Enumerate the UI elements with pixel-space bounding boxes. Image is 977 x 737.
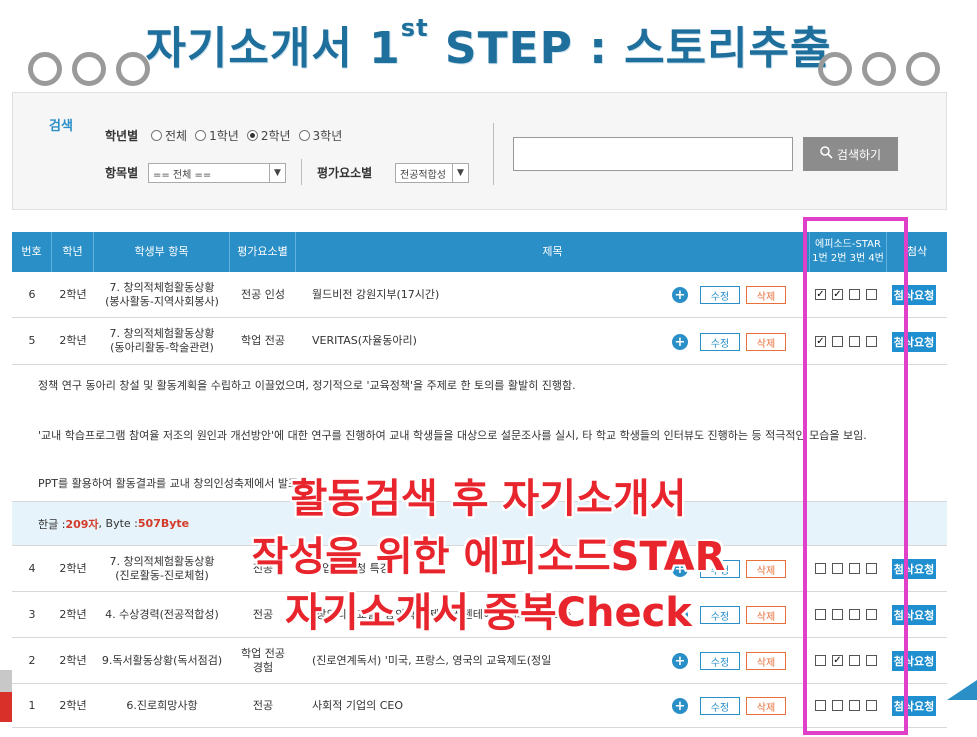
- search-panel: 검색 학년별 전체 1학년 2학년 3학년 항목별 == 전체 == ▼ 평가요…: [12, 92, 947, 210]
- expand-plus-icon[interactable]: +: [672, 653, 688, 669]
- decor-stripe: [0, 670, 12, 692]
- row-grade: 2학년: [59, 653, 87, 667]
- row-grade: 2학년: [59, 561, 87, 575]
- row-number: 2: [28, 653, 36, 667]
- row-title[interactable]: VERITAS(자율동아리): [312, 318, 652, 364]
- overlay-caption-line2: 작성을 위한 에피소드STAR: [251, 534, 726, 580]
- row-grade: 2학년: [59, 287, 87, 301]
- row-title[interactable]: 사회적 기업의 CEO: [312, 684, 652, 727]
- hangul-count: 209자: [65, 517, 99, 531]
- grade-radio-all[interactable]: 전체: [151, 127, 187, 144]
- row-number: 1: [28, 698, 36, 712]
- chevron-down-icon: ▼: [269, 164, 285, 182]
- search-icon: [820, 146, 833, 162]
- row-title[interactable]: 월드비전 강원지부(17시간): [312, 272, 652, 317]
- decor-triangle: [947, 680, 977, 700]
- row-grade: 2학년: [59, 607, 87, 621]
- decor-circle-icon: [72, 52, 106, 86]
- item-select[interactable]: == 전체 == ▼: [148, 163, 286, 183]
- detail-line: 정책 연구 동아리 창설 및 활동계획을 수립하고 이끌었으며, 정기적으로 '…: [38, 379, 576, 392]
- search-button[interactable]: 검색하기: [803, 137, 898, 171]
- header-category: 학생부 항목: [94, 232, 230, 272]
- decor-circle-icon: [906, 52, 940, 86]
- grade-radio-group: 전체 1학년 2학년 3학년: [151, 127, 342, 144]
- decor-circle-icon: [818, 52, 852, 86]
- row-category: 6.진로희망사항: [126, 698, 198, 712]
- expand-plus-icon[interactable]: +: [672, 334, 688, 350]
- eval-filter-label: 평가요소별: [317, 166, 373, 180]
- decor-circle-icon: [116, 52, 150, 86]
- row-grade: 2학년: [59, 334, 87, 348]
- row-eval: 전공: [252, 698, 274, 712]
- delete-button[interactable]: 삭제: [746, 697, 786, 715]
- delete-button[interactable]: 삭제: [746, 286, 786, 304]
- search-input[interactable]: [513, 137, 793, 171]
- header-grade: 학년: [52, 232, 94, 272]
- grade-radio-2[interactable]: 2학년: [246, 127, 291, 144]
- divider: [301, 159, 302, 185]
- row-category: 7. 창의적체험활동상황 (동아리활동-학술관련): [109, 327, 215, 354]
- eval-select[interactable]: 전공적합성 ▼: [395, 163, 469, 183]
- row-number: 4: [28, 561, 36, 575]
- decor-circle-icon: [862, 52, 896, 86]
- radio-circle-icon: [151, 130, 162, 141]
- expand-plus-icon[interactable]: +: [672, 698, 688, 714]
- overlay-caption-line1: 활동검색 후 자기소개서: [290, 476, 687, 522]
- delete-button[interactable]: 삭제: [746, 333, 786, 351]
- divider: [493, 123, 494, 185]
- edit-button[interactable]: 수정: [700, 333, 740, 351]
- expand-plus-icon[interactable]: +: [672, 287, 688, 303]
- delete-button[interactable]: 삭제: [746, 652, 786, 670]
- edit-button[interactable]: 수정: [700, 652, 740, 670]
- row-number: 3: [28, 607, 36, 621]
- header-eval: 평가요소별: [230, 232, 296, 272]
- edit-button[interactable]: 수정: [700, 286, 740, 304]
- overlay-caption-line3: 자기소개서 중복Check: [285, 590, 692, 636]
- radio-circle-icon: [298, 130, 310, 141]
- header-title: 제목: [296, 232, 810, 272]
- grade-filter-label: 학년별: [105, 129, 139, 143]
- chevron-down-icon: ▼: [452, 164, 468, 182]
- header-no: 번호: [12, 232, 52, 272]
- row-category: 7. 창의적체험활동상황 (봉사활동-지역사회봉사): [105, 280, 219, 308]
- search-label: 검색: [49, 119, 73, 134]
- radio-selected-icon: [246, 130, 258, 141]
- decor-circle-icon: [28, 52, 62, 86]
- row-eval: 전공 인성: [241, 287, 285, 301]
- row-grade: 2학년: [59, 698, 87, 712]
- row-category: 9.독서활동상황(독서점검): [101, 653, 223, 667]
- row-title[interactable]: (진로연계독서) '미국, 프랑스, 영국의 교육제도(정일: [312, 638, 652, 683]
- grade-radio-3[interactable]: 3학년: [298, 127, 342, 144]
- radio-circle-icon: [195, 130, 207, 141]
- decor-red-block: [0, 692, 12, 722]
- edit-button[interactable]: 수정: [700, 697, 740, 715]
- row-number: 5: [28, 334, 36, 348]
- detail-line: '교내 학습프로그램 참여율 저조의 원인과 개선방안'에 대한 연구를 진행하…: [38, 429, 867, 442]
- grade-radio-1[interactable]: 1학년: [195, 127, 239, 144]
- row-eval: 학업 전공 경험: [241, 646, 285, 674]
- row-number: 6: [28, 287, 36, 301]
- item-filter-label: 항목별: [105, 166, 139, 180]
- star-column-highlight: [803, 217, 908, 735]
- row-eval: 학업 전공: [241, 334, 285, 348]
